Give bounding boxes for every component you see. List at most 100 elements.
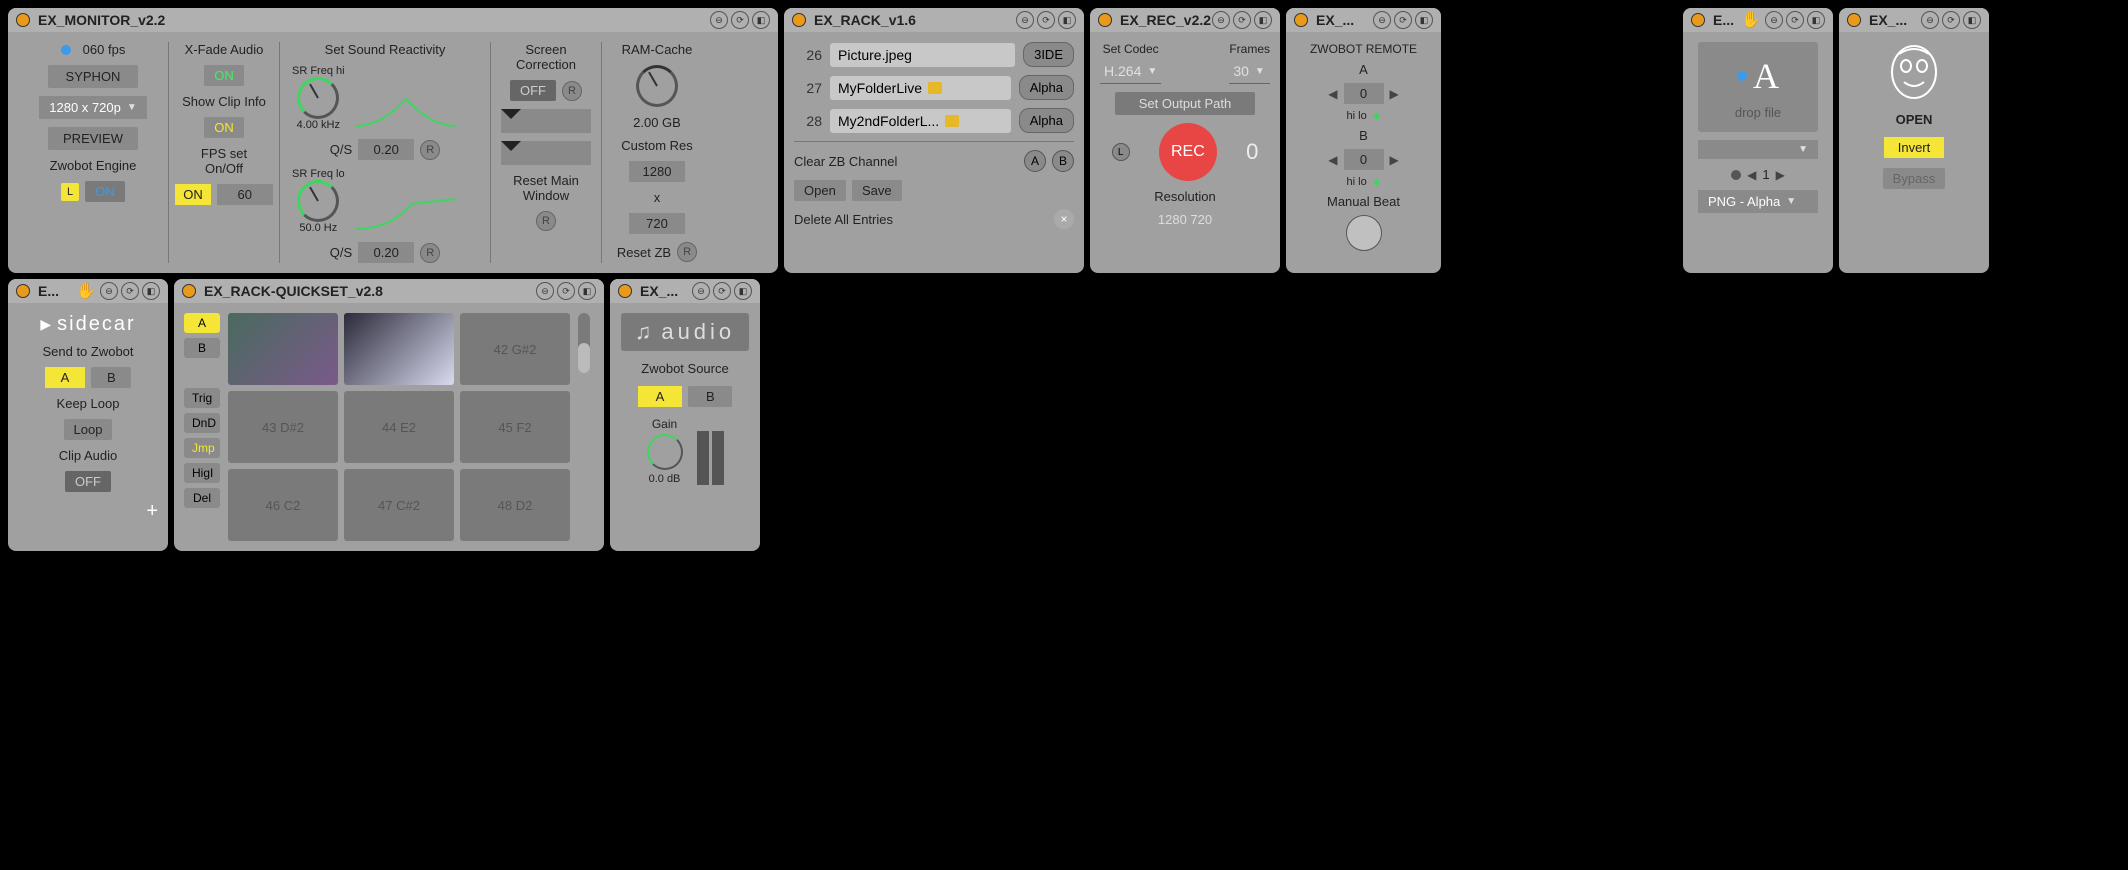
ram-cache-value[interactable]: 2.00 GB <box>633 115 681 130</box>
screen-corr-off-button[interactable]: OFF <box>510 80 556 101</box>
frames-select[interactable]: 30▼ <box>1229 59 1270 84</box>
save-icon[interactable]: ◧ <box>1415 11 1433 29</box>
clip-cell[interactable]: 46 C2 <box>228 469 338 541</box>
r-button-4[interactable]: R <box>536 211 556 231</box>
b-value-input[interactable] <box>1344 149 1384 170</box>
rack-row-mode[interactable]: Alpha <box>1019 75 1074 100</box>
device-active-icon[interactable] <box>1847 13 1861 27</box>
clip-cell[interactable]: 42 G#2 <box>460 313 570 385</box>
resolution-select[interactable]: 1280 x 720p▼ <box>39 96 146 119</box>
save-icon[interactable]: ◧ <box>1254 11 1272 29</box>
invert-button[interactable]: Invert <box>1884 137 1945 158</box>
dnd-button[interactable]: DnD <box>184 413 220 433</box>
a-value-input[interactable] <box>1344 83 1384 104</box>
tab-a-button[interactable]: A <box>184 313 220 333</box>
save-icon[interactable]: ◧ <box>1963 11 1981 29</box>
save-icon[interactable]: ◧ <box>1058 11 1076 29</box>
format-select[interactable]: PNG - Alpha▼ <box>1698 190 1818 213</box>
titlebar[interactable]: EX_MONITOR_v2.2 ⊖ ⟳ ◧ <box>8 8 778 32</box>
refresh-icon[interactable]: ⟳ <box>1037 11 1055 29</box>
clip-cell[interactable]: 48 D2 <box>460 469 570 541</box>
add-button[interactable]: + <box>146 500 158 523</box>
save-icon[interactable]: ◧ <box>752 11 770 29</box>
save-button[interactable]: Save <box>852 180 902 201</box>
prev-a-button[interactable]: ◀ <box>1328 87 1337 101</box>
refresh-icon[interactable]: ⟳ <box>713 282 731 300</box>
sr-lo-knob[interactable] <box>297 180 339 222</box>
rack-row-name[interactable]: Picture.jpeg <box>830 43 1015 67</box>
channel-a-button[interactable]: A <box>1024 150 1046 172</box>
clip-cell[interactable]: 43 D#2 <box>228 391 338 463</box>
codec-select[interactable]: H.264▼ <box>1100 59 1161 84</box>
refresh-icon[interactable]: ⟳ <box>1233 11 1251 29</box>
manual-beat-button[interactable] <box>1346 215 1382 251</box>
sr-lo-value[interactable]: 50.0 Hz <box>299 222 337 234</box>
qs-value-1[interactable] <box>358 139 414 160</box>
clip-cell[interactable]: 44 E2 <box>344 391 454 463</box>
device-active-icon[interactable] <box>618 284 632 298</box>
open-label[interactable]: OPEN <box>1896 112 1933 127</box>
fold-icon[interactable]: ⊖ <box>1016 11 1034 29</box>
sr-hi-knob[interactable] <box>297 77 339 119</box>
titlebar[interactable]: EX_... ⊖ ⟳ ◧ <box>1839 8 1989 32</box>
save-icon[interactable]: ◧ <box>1807 11 1825 29</box>
send-b-button[interactable]: B <box>91 367 131 388</box>
source-a-button[interactable]: A <box>638 386 683 407</box>
custom-res-w[interactable] <box>629 161 685 182</box>
qs-value-2[interactable] <box>358 242 414 263</box>
file-dropzone[interactable]: A drop file <box>1698 42 1818 132</box>
next-button[interactable]: ▶ <box>1776 168 1785 182</box>
device-active-icon[interactable] <box>16 13 30 27</box>
slider-2[interactable] <box>501 141 591 165</box>
rack-row[interactable]: 28 My2ndFolderL... Alpha <box>794 108 1074 133</box>
r-button-1[interactable]: R <box>420 140 440 160</box>
titlebar[interactable]: EX_RACK_v1.6 ⊖ ⟳ ◧ <box>784 8 1084 32</box>
save-icon[interactable]: ◧ <box>142 282 160 300</box>
engine-l-button[interactable]: L <box>61 183 79 201</box>
refresh-icon[interactable]: ⟳ <box>1786 11 1804 29</box>
device-active-icon[interactable] <box>182 284 196 298</box>
fold-icon[interactable]: ⊖ <box>1765 11 1783 29</box>
custom-res-h[interactable] <box>629 213 685 234</box>
device-active-icon[interactable] <box>1691 13 1705 27</box>
gain-knob[interactable] <box>647 434 683 470</box>
device-active-icon[interactable] <box>1098 13 1112 27</box>
dropdown-1[interactable]: ▼ <box>1698 140 1818 159</box>
trig-button[interactable]: Trig <box>184 388 220 408</box>
titlebar[interactable]: EX_REC_v2.2 ⊖ ⟳ ◧ <box>1090 8 1280 32</box>
prev-button[interactable]: ◀ <box>1747 168 1756 182</box>
titlebar[interactable]: EX_RACK-QUICKSET_v2.8 ⊖ ⟳ ◧ <box>174 279 604 303</box>
titlebar[interactable]: E... ✋ ⊖ ⟳ ◧ <box>8 279 168 303</box>
r-button-5[interactable]: R <box>677 242 697 262</box>
page-number[interactable]: 1 <box>1762 167 1769 182</box>
device-active-icon[interactable] <box>16 284 30 298</box>
save-icon[interactable]: ◧ <box>578 282 596 300</box>
clip-cell[interactable] <box>344 313 454 385</box>
rec-button[interactable]: REC <box>1159 123 1217 181</box>
titlebar[interactable]: EX_... ⊖ ⟳ ◧ <box>1286 8 1441 32</box>
grid-scrollbar[interactable] <box>578 313 590 373</box>
fold-icon[interactable]: ⊖ <box>536 282 554 300</box>
higl-button[interactable]: HigI <box>184 463 220 483</box>
source-b-button[interactable]: B <box>688 386 732 407</box>
clip-audio-off-button[interactable]: OFF <box>65 471 111 492</box>
save-icon[interactable]: ◧ <box>734 282 752 300</box>
titlebar[interactable]: EX_... ⊖ ⟳ ◧ <box>610 279 760 303</box>
channel-b-button[interactable]: B <box>1052 150 1074 172</box>
titlebar[interactable]: E... ✋ ⊖ ⟳ ◧ <box>1683 8 1833 32</box>
engine-on-button[interactable]: ON <box>85 181 125 202</box>
next-b-button[interactable]: ▶ <box>1390 153 1399 167</box>
fold-icon[interactable]: ⊖ <box>1373 11 1391 29</box>
fps-on-button[interactable]: ON <box>175 184 211 205</box>
r-button-3[interactable]: R <box>562 81 582 101</box>
gain-value[interactable]: 0.0 dB <box>649 473 681 485</box>
rack-row[interactable]: 27 MyFolderLive Alpha <box>794 75 1074 100</box>
set-output-button[interactable]: Set Output Path <box>1115 92 1255 115</box>
fold-icon[interactable]: ⊖ <box>710 11 728 29</box>
clip-cell[interactable]: 45 F2 <box>460 391 570 463</box>
clipinfo-on-button[interactable]: ON <box>204 117 244 138</box>
loop-button[interactable]: Loop <box>64 419 113 440</box>
preview-button[interactable]: PREVIEW <box>48 127 138 150</box>
refresh-icon[interactable]: ⟳ <box>1942 11 1960 29</box>
delete-all-button[interactable]: × <box>1054 209 1074 229</box>
